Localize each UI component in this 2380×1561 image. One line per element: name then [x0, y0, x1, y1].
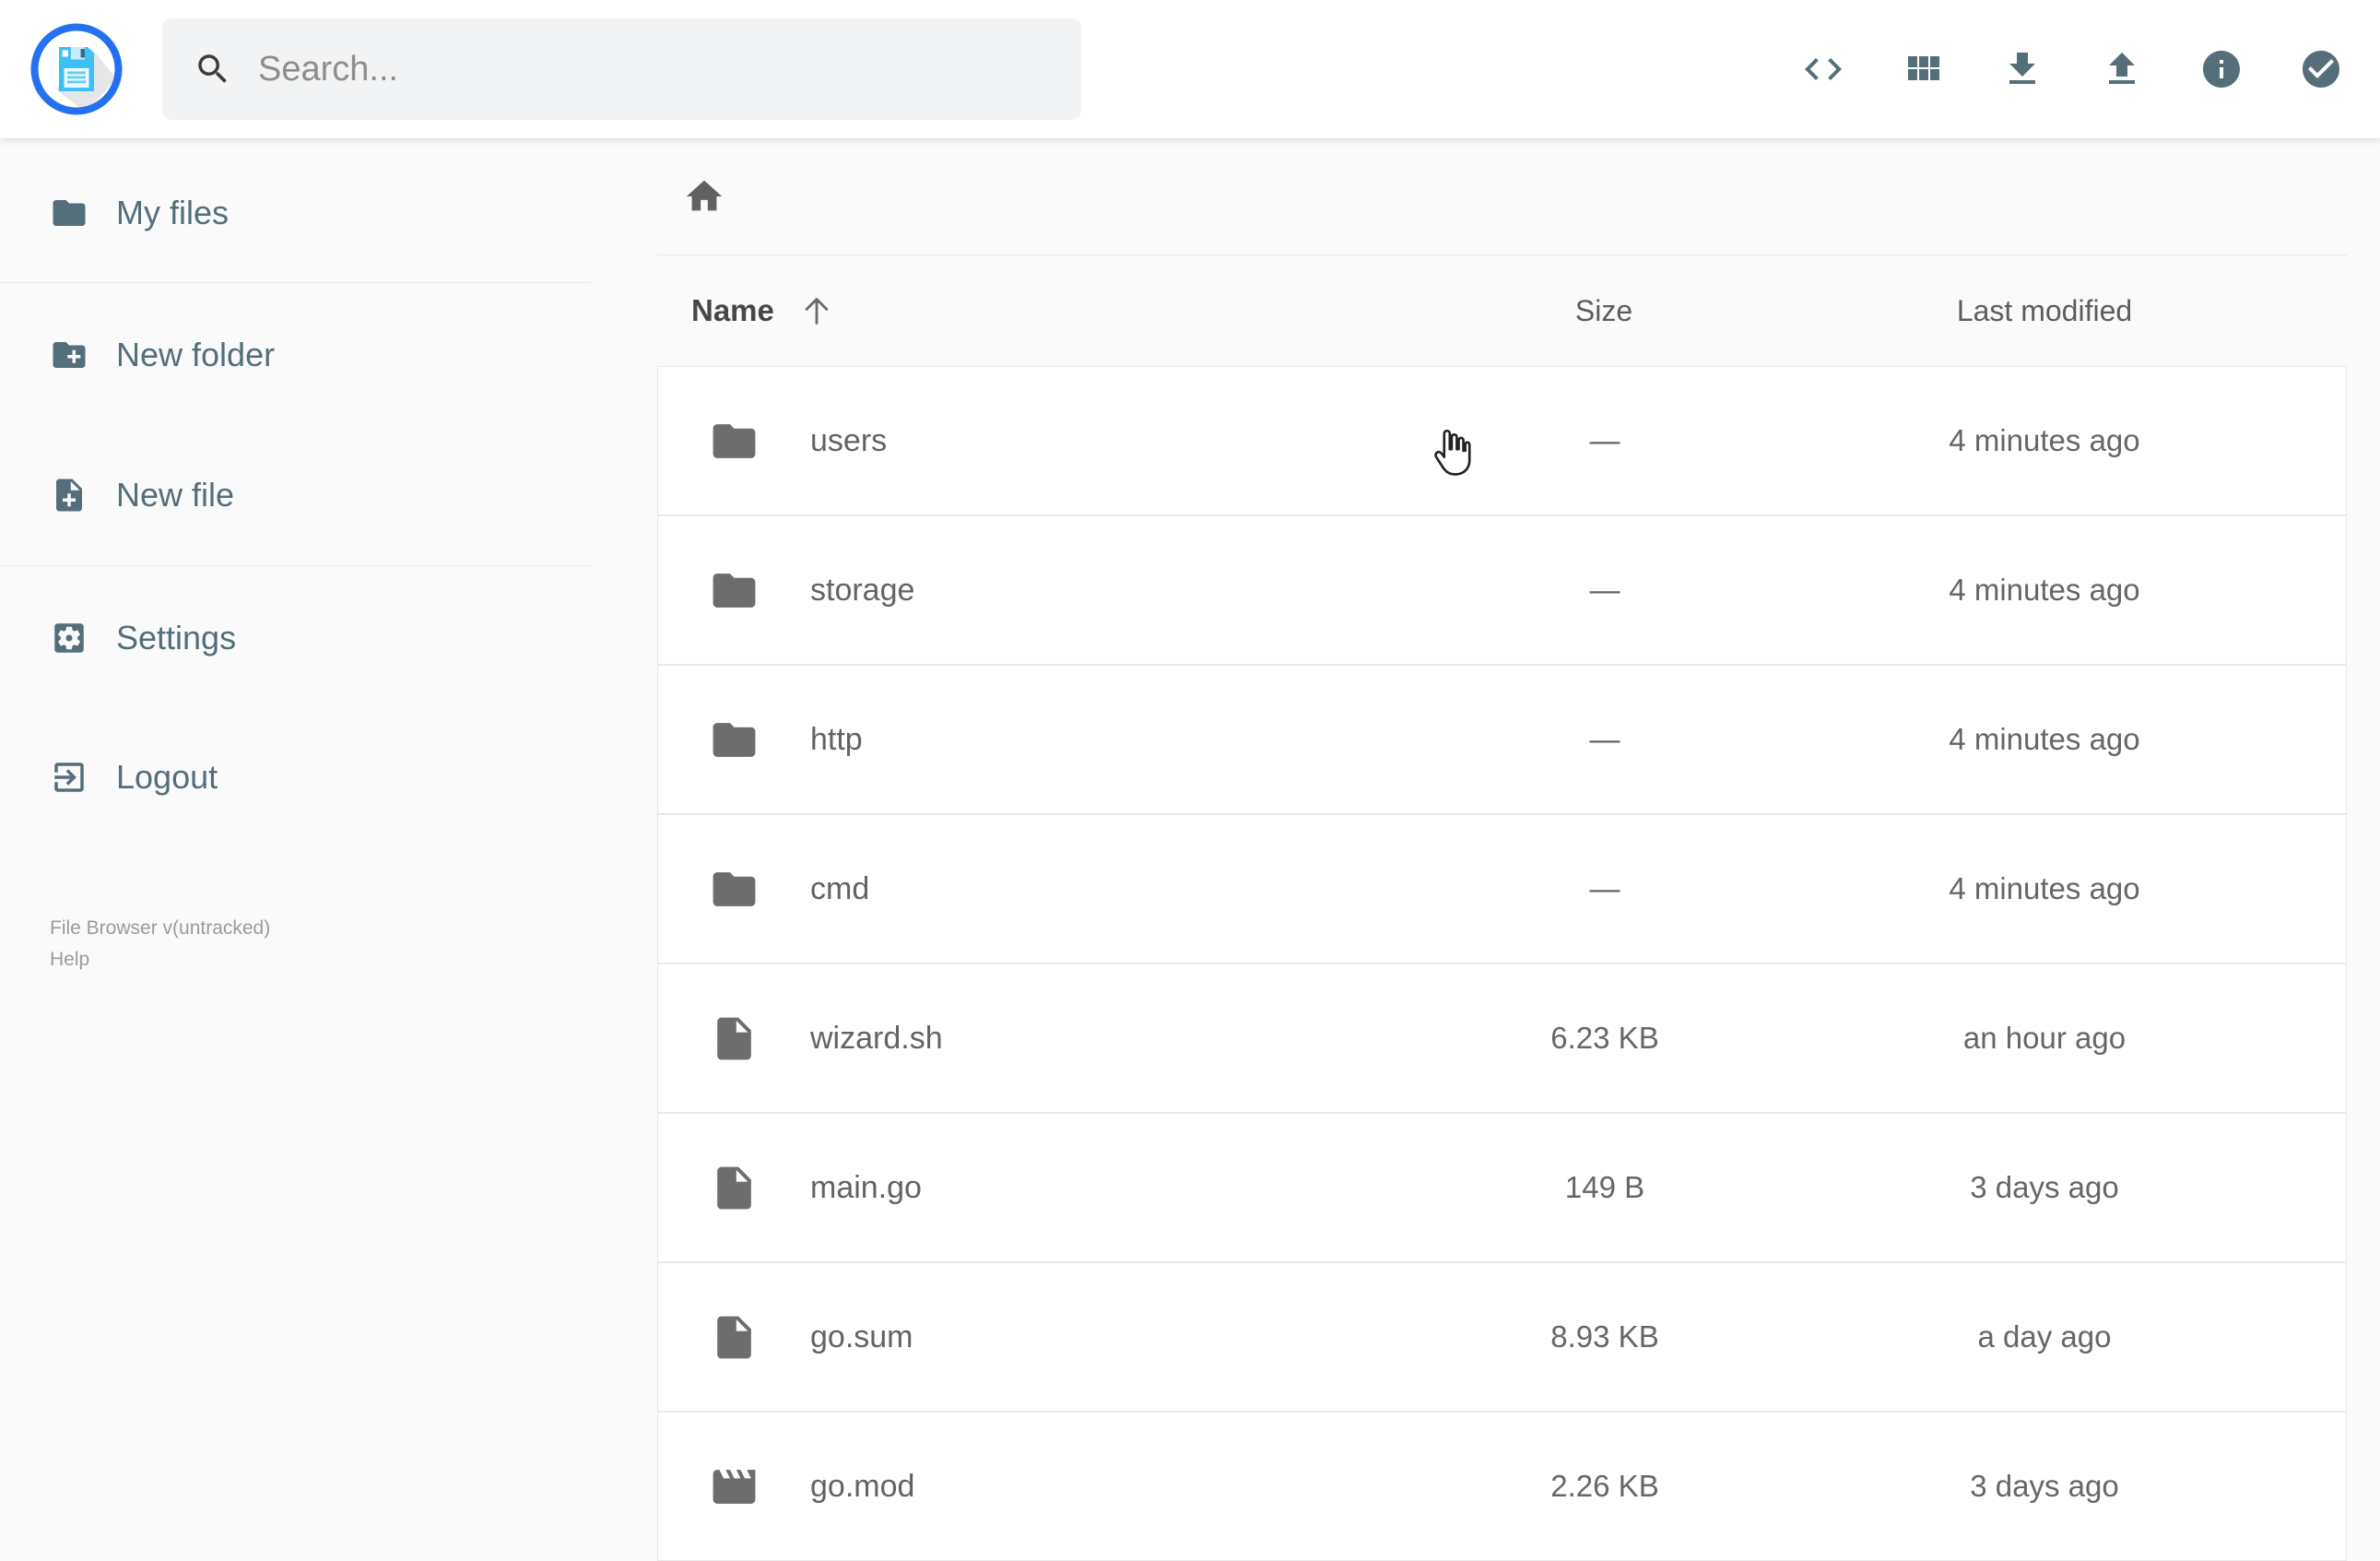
listing-header: Name Size Last modified	[657, 255, 2347, 366]
upload-button[interactable]	[2100, 47, 2144, 91]
folder-icon	[709, 416, 810, 467]
folder-icon	[50, 194, 88, 232]
file-icon	[709, 1163, 810, 1213]
sidebar-item-label: Settings	[116, 619, 237, 656]
column-header-name-label: Name	[691, 293, 774, 327]
column-header-size[interactable]: Size	[1466, 294, 1742, 328]
search-input[interactable]	[258, 49, 1050, 89]
sidebar-divider	[0, 565, 590, 566]
folder-icon	[709, 565, 810, 616]
sidebar-item-logout[interactable]: Logout	[0, 731, 608, 823]
logout-icon	[50, 758, 88, 797]
search-bar[interactable]	[162, 18, 1081, 120]
select-multiple-button[interactable]	[2299, 47, 2343, 91]
sort-arrow-up-icon	[798, 292, 835, 329]
sidebar: My files New folder New file Settings Lo…	[0, 138, 608, 976]
table-row[interactable]: cmd — 4 minutes ago	[657, 814, 2347, 964]
sidebar-item-label: My files	[116, 194, 230, 231]
file-size: —	[1589, 573, 1620, 607]
download-button[interactable]	[2000, 47, 2044, 91]
breadcrumb	[657, 138, 2347, 255]
file-name: main.go	[810, 1169, 922, 1205]
file-modified: 4 minutes ago	[1949, 722, 2140, 756]
file-name: go.mod	[810, 1468, 915, 1504]
sidebar-item-label: Logout	[116, 758, 218, 796]
info-button[interactable]	[2199, 47, 2244, 91]
toolbar-actions	[1801, 0, 2343, 138]
table-row[interactable]: main.go 149 B 3 days ago	[657, 1113, 2347, 1262]
sidebar-divider	[0, 282, 590, 283]
floppy-disk-logo-icon	[30, 23, 123, 115]
file-icon	[709, 1312, 810, 1363]
switch-view-button[interactable]	[1901, 47, 1945, 91]
file-size: —	[1589, 722, 1620, 756]
sidebar-item-label: New file	[116, 476, 235, 514]
table-row[interactable]: storage — 4 minutes ago	[657, 515, 2347, 665]
sidebar-item-new-folder[interactable]: New folder	[0, 309, 608, 401]
file-size: 6.23 KB	[1550, 1021, 1659, 1055]
file-name: http	[810, 721, 863, 757]
sidebar-item-settings[interactable]: Settings	[0, 592, 608, 684]
folder-icon	[709, 864, 810, 915]
file-size: —	[1589, 423, 1620, 457]
file-modified: 3 days ago	[1970, 1170, 2119, 1204]
header	[0, 0, 2380, 138]
file-modified: an hour ago	[1962, 1021, 2127, 1055]
listing-rows: users — 4 minutes ago storage — 4 minutes ago…	[657, 366, 2347, 1561]
file-size: 149 B	[1564, 1170, 1645, 1204]
file-size: 8.93 KB	[1550, 1319, 1659, 1354]
breadcrumb-home-button[interactable]	[683, 175, 725, 218]
settings-icon	[50, 619, 88, 657]
column-header-modified[interactable]: Last modified	[1742, 294, 2347, 328]
help-link[interactable]: Help	[50, 944, 608, 976]
file-icon	[709, 1013, 810, 1064]
table-row[interactable]: go.sum 8.93 KB a day ago	[657, 1262, 2347, 1412]
file-size: —	[1589, 871, 1620, 905]
file-size: 2.26 KB	[1550, 1469, 1659, 1503]
table-row[interactable]: http — 4 minutes ago	[657, 665, 2347, 814]
sidebar-item-label: New folder	[116, 336, 276, 373]
file-name: wizard.sh	[810, 1020, 943, 1056]
sidebar-item-my-files[interactable]: My files	[0, 167, 608, 259]
file-name: cmd	[810, 870, 870, 906]
new-folder-icon	[50, 336, 88, 374]
file-modified: 3 days ago	[1970, 1469, 2119, 1503]
raw-view-button[interactable]	[1801, 47, 1845, 91]
sidebar-item-new-file[interactable]: New file	[0, 449, 608, 541]
new-file-icon	[50, 476, 88, 514]
file-name: go.sum	[810, 1319, 913, 1354]
app-logo[interactable]	[30, 23, 123, 115]
sidebar-footer: File Browser v(untracked) Help	[0, 913, 608, 976]
folder-icon	[709, 715, 810, 765]
movie-icon	[709, 1461, 810, 1512]
file-name: users	[810, 422, 888, 458]
file-modified: 4 minutes ago	[1949, 573, 2140, 607]
column-header-name[interactable]: Name	[657, 292, 1466, 329]
table-row[interactable]: users — 4 minutes ago	[657, 366, 2347, 515]
app-version-text: File Browser v(untracked)	[50, 917, 271, 939]
file-modified: 4 minutes ago	[1949, 423, 2140, 457]
table-row[interactable]: go.mod 2.26 KB 3 days ago	[657, 1412, 2347, 1561]
file-modified: a day ago	[1977, 1319, 2112, 1354]
search-icon	[194, 50, 232, 89]
file-name: storage	[810, 572, 915, 608]
table-row[interactable]: wizard.sh 6.23 KB an hour ago	[657, 964, 2347, 1113]
file-modified: 4 minutes ago	[1949, 871, 2140, 905]
file-listing: Name Size Last modified users — 4 minutes …	[657, 138, 2347, 1561]
